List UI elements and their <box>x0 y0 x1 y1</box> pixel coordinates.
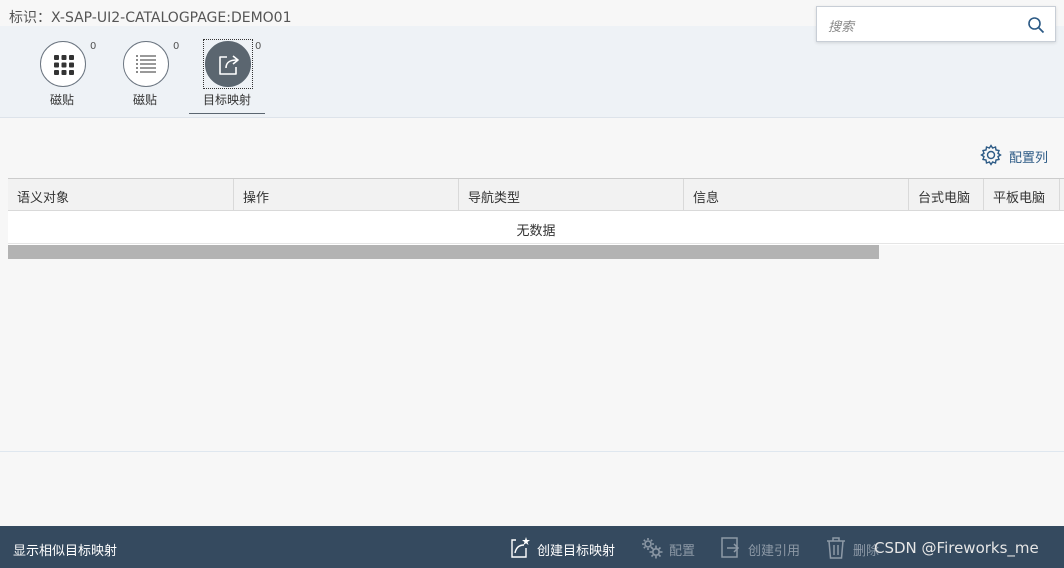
selected-tab-indicator <box>189 113 265 114</box>
target-mappings-table: 语义对象 操作 导航类型 信息 台式电脑 平板电脑 无数据 <box>8 178 1064 259</box>
show-similar-mappings-link[interactable]: 显示相似目标映射 <box>13 540 117 559</box>
tab-icon-circle <box>123 41 169 87</box>
table-header-row: 语义对象 操作 导航类型 信息 台式电脑 平板电脑 <box>8 179 1064 211</box>
gear-icon <box>980 144 1002 166</box>
button-label: 创建目标映射 <box>537 544 616 559</box>
search-input[interactable]: 搜索 <box>828 16 854 35</box>
tab-tiles[interactable]: 0 磁贴 <box>24 38 100 116</box>
column-header-action[interactable]: 操作 <box>234 179 459 211</box>
tab-count: 0 <box>173 41 180 52</box>
no-data-message: 无数据 <box>8 212 1064 244</box>
button-label: 配置 <box>669 544 696 559</box>
tab-count: 0 <box>255 41 262 52</box>
tab-label: 磁贴 <box>49 93 74 107</box>
tab-label: 磁贴 <box>132 93 157 107</box>
page-title: 标识：X-SAP-UI2-CATALOGPAGE:DEMO01 <box>9 10 292 26</box>
configure-columns-label: 配置列 <box>1009 151 1049 166</box>
column-header-desktop[interactable]: 台式电脑 <box>909 179 984 211</box>
column-header-tablet[interactable]: 平板电脑 <box>984 179 1060 211</box>
watermark-text: CSDN @Fireworks_me <box>874 539 1039 557</box>
tab-icon-circle <box>40 41 86 87</box>
create-mapping-icon <box>511 537 530 558</box>
button-label: 创建引用 <box>748 544 801 559</box>
search-field[interactable]: 搜索 <box>816 6 1056 42</box>
icon-tab-bar: 0 磁贴 0 磁贴 0 目标映射 <box>0 38 400 118</box>
trash-icon <box>827 537 845 559</box>
list-icon <box>136 55 156 73</box>
tab-icon-circle <box>205 41 251 87</box>
grid-icon <box>54 55 74 75</box>
scrollbar-thumb[interactable] <box>8 245 879 259</box>
column-header-semantic-object[interactable]: 语义对象 <box>8 179 234 211</box>
tab-tiles-list[interactable]: 0 磁贴 <box>107 38 183 116</box>
tab-target-mappings[interactable]: 0 目标映射 <box>189 38 265 116</box>
tab-label: 目标映射 <box>202 93 251 107</box>
gears-icon <box>642 538 663 559</box>
tab-count: 0 <box>90 41 97 52</box>
footer-toolbar: 显示相似目标映射 创建目标映射 配置 创建引用 删除 CSDN @Firewor… <box>0 526 1064 568</box>
column-header-navigation-type[interactable]: 导航类型 <box>459 179 684 211</box>
share-icon <box>219 55 239 75</box>
search-icon[interactable] <box>1027 16 1045 34</box>
column-header-information[interactable]: 信息 <box>684 179 909 211</box>
create-reference-icon <box>721 537 740 558</box>
content-divider <box>0 451 1064 452</box>
